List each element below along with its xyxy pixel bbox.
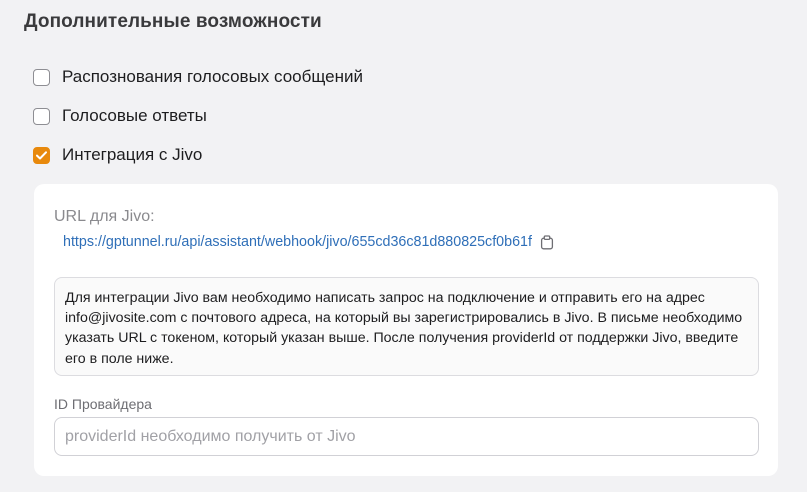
jivo-instructions-text: Для интеграции Jivo вам необходимо напис… (65, 290, 743, 367)
jivo-integration-checkbox[interactable] (33, 146, 50, 164)
option-voice-recognition[interactable]: Распознования голосовых сообщений (33, 66, 363, 88)
voice-recognition-label: Распознования голосовых сообщений (62, 67, 364, 86)
jivo-webhook-url-link[interactable]: https://gptunnel.ru/api/assistant/webhoo… (63, 234, 532, 250)
checkmark-icon (36, 150, 47, 159)
section-title: Дополнительные возможности (24, 11, 322, 32)
jivo-instructions-box: Для интеграции Jivo вам необходимо напис… (54, 277, 759, 376)
jivo-integration-label: Интеграция с Jivo (62, 145, 203, 164)
provider-id-label: ID Провайдера (54, 396, 152, 412)
jivo-url-label: URL для Jivo: (54, 208, 155, 225)
option-jivo-integration[interactable]: Интеграция с Jivo (33, 144, 202, 166)
jivo-settings-panel: URL для Jivo: https://gptunnel.ru/api/as… (34, 184, 778, 476)
voice-recognition-checkbox[interactable] (33, 68, 50, 86)
jivo-url-row: https://gptunnel.ru/api/assistant/webhoo… (63, 234, 554, 250)
voice-replies-label: Голосовые ответы (62, 106, 207, 125)
copy-icon[interactable] (540, 234, 554, 250)
option-voice-replies[interactable]: Голосовые ответы (33, 105, 207, 127)
provider-id-input[interactable] (54, 417, 759, 456)
voice-replies-checkbox[interactable] (33, 107, 50, 125)
